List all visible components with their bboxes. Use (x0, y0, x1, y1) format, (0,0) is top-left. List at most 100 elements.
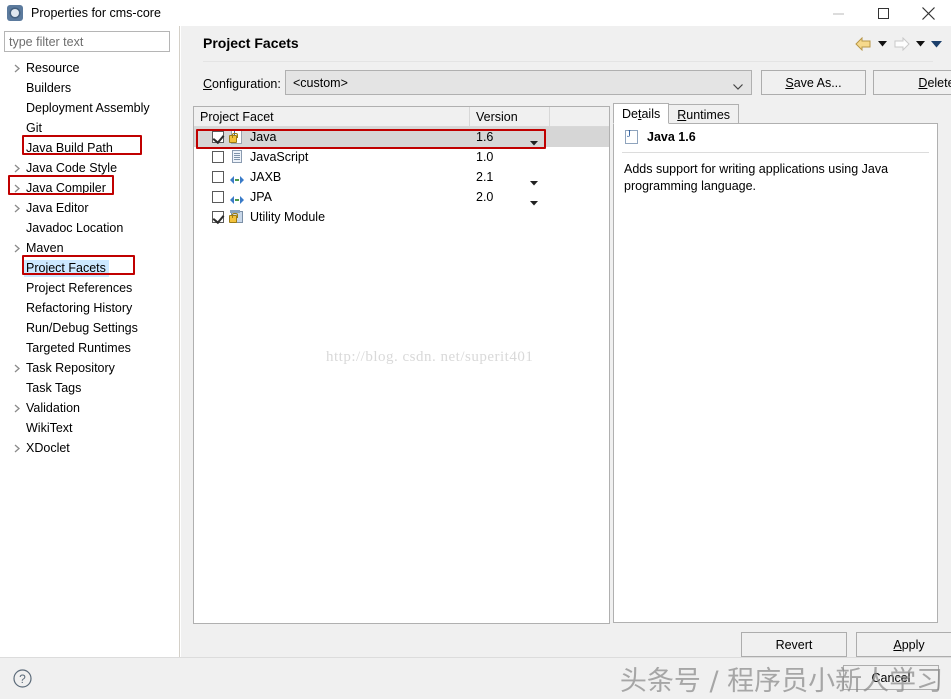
svg-text:?: ? (19, 672, 26, 686)
sidebar-item-label: Task Repository (26, 360, 115, 375)
revert-button[interactable]: Revert (741, 632, 847, 657)
java-icon: J (624, 129, 640, 145)
sidebar-item-wikitext[interactable]: WikiText (0, 418, 179, 438)
table-row[interactable]: JavaScript 1.0 (194, 147, 609, 167)
details-panel: De t ails Runtimes J Java 1.6 Adds support… (613, 102, 938, 624)
sidebar-item-task-tags[interactable]: Task Tags (0, 378, 179, 398)
settings-tree: Resource Builders Deployment Assembly Git Ja… (0, 58, 179, 458)
facet-name: JAXB (250, 170, 282, 184)
facet-name: Utility Module (250, 210, 326, 224)
sidebar-item-git[interactable]: Git (0, 118, 179, 138)
window-titlebar: Properties for cms-core (0, 0, 951, 26)
delete-button[interactable]: Delete (873, 70, 951, 95)
settings-tree-panel: Resource Builders Deployment Assembly Git Ja… (0, 26, 180, 657)
apply-button[interactable]: Apply (856, 632, 951, 657)
page-title: Project Facets (203, 35, 299, 51)
header-divider (203, 61, 933, 62)
sidebar-item-deployment-assembly[interactable]: Deployment Assembly (0, 98, 179, 118)
sidebar-item-task-repository[interactable]: Task Repository (0, 358, 179, 378)
filter-wrapper (0, 26, 179, 52)
table-row[interactable]: Utility Module (194, 207, 609, 227)
sidebar-item-label: Git (26, 120, 42, 135)
table-row[interactable]: JPA 2.0 (194, 187, 609, 207)
sidebar-item-java-editor[interactable]: Java Editor (0, 198, 179, 218)
sidebar-item-label: Run/Debug Settings (26, 320, 138, 335)
page-menu-chevron-down-icon[interactable] (929, 35, 943, 53)
tab-runtimes[interactable]: Runtimes (668, 104, 740, 124)
configuration-select[interactable]: <custom> (285, 70, 752, 95)
column-header-project-facet[interactable]: Project Facet (194, 107, 470, 127)
jpa-arrows-icon (229, 189, 245, 205)
sidebar-item-maven[interactable]: Maven (0, 238, 179, 258)
sidebar-item-resource[interactable]: Resource (0, 58, 179, 78)
facet-checkbox[interactable] (212, 151, 224, 163)
sidebar-item-label: WikiText (26, 420, 73, 435)
jaxb-arrows-icon (229, 169, 245, 185)
tab-details[interactable]: De t ails (613, 103, 670, 124)
forward-arrow-icon (891, 35, 911, 53)
search-input[interactable] (4, 31, 170, 52)
sidebar-item-project-references[interactable]: Project References (0, 278, 179, 298)
facet-checkbox[interactable] (212, 171, 224, 183)
facet-checkbox[interactable] (212, 211, 224, 223)
close-icon[interactable] (906, 0, 951, 26)
properties-dialog: Properties for cms-core Resource Builders… (0, 0, 951, 699)
sidebar-item-targeted-runtimes[interactable]: Targeted Runtimes (0, 338, 179, 358)
chevron-right-icon[interactable] (10, 244, 24, 253)
facet-version: 2.0 (476, 190, 494, 204)
sidebar-item-label: Validation (26, 400, 80, 415)
back-history-chevron-down-icon[interactable] (875, 35, 889, 53)
javascript-doc-icon (229, 149, 245, 165)
maximize-icon[interactable] (861, 0, 906, 26)
sidebar-item-builders[interactable]: Builders (0, 78, 179, 98)
details-facet-header: J Java 1.6 (614, 124, 937, 150)
window-title: Properties for cms-core (31, 6, 161, 20)
sidebar-item-label: Project References (26, 280, 133, 295)
table-row[interactable]: JAXB 2.1 (194, 167, 609, 187)
sidebar-item-label: Targeted Runtimes (26, 340, 131, 355)
minimize-icon[interactable] (816, 0, 861, 26)
sidebar-item-label: Java Build Path (26, 140, 113, 155)
watermark-bottom: 头条号 / 程序员小新人学习 (619, 665, 944, 697)
help-question-icon[interactable]: ? (13, 669, 32, 688)
module-locked-icon (229, 209, 245, 225)
sidebar-item-java-compiler[interactable]: Java Compiler (0, 178, 179, 198)
facet-version: 1.6 (476, 130, 494, 144)
facet-name: Java (250, 130, 277, 144)
sidebar-item-label: Java Editor (26, 200, 89, 215)
facet-checkbox[interactable] (212, 131, 224, 143)
sidebar-item-project-facets[interactable]: Project Facets (0, 258, 179, 278)
chevron-right-icon[interactable] (10, 404, 24, 413)
sidebar-item-xdoclet[interactable]: XDoclet (0, 438, 179, 458)
page-header: Project Facets (181, 26, 951, 62)
sidebar-item-refactoring-history[interactable]: Refactoring History (0, 298, 179, 318)
table-header-row: Project Facet Version (194, 107, 609, 127)
sidebar-item-label: Resource (26, 60, 80, 75)
sidebar-item-label: Task Tags (26, 380, 82, 395)
sidebar-item-label: Builders (26, 80, 72, 95)
sidebar-item-javadoc-location[interactable]: Javadoc Location (0, 218, 179, 238)
chevron-right-icon[interactable] (10, 64, 24, 73)
table-row[interactable]: J Java 1.6 (194, 127, 609, 147)
sidebar-item-java-build-path[interactable]: Java Build Path (0, 138, 179, 158)
sidebar-item-label: XDoclet (26, 440, 70, 455)
chevron-right-icon[interactable] (10, 444, 24, 453)
page-content: Project Facets Configuration: <custom> S… (181, 26, 951, 657)
chevron-right-icon[interactable] (10, 204, 24, 213)
save-as-button[interactable]: Save As... (761, 70, 866, 95)
facet-name: JavaScript (250, 150, 309, 164)
sidebar-item-run-debug-settings[interactable]: Run/Debug Settings (0, 318, 179, 338)
column-header-version[interactable]: Version (470, 107, 550, 127)
chevron-right-icon[interactable] (10, 184, 24, 193)
back-arrow-icon[interactable] (853, 35, 873, 53)
page-nav-toolbar (853, 35, 943, 53)
facet-name: JPA (250, 190, 272, 204)
table-body: J Java 1.6 JavaScript 1.0 JAXB 2.1 JPA 2.0 Utilit… (194, 127, 609, 227)
sidebar-item-label: Java Compiler (26, 180, 106, 195)
sidebar-item-validation[interactable]: Validation (0, 398, 179, 418)
facet-checkbox[interactable] (212, 191, 224, 203)
chevron-right-icon[interactable] (10, 164, 24, 173)
chevron-right-icon[interactable] (10, 364, 24, 373)
details-tabs: De t ails Runtimes (613, 102, 938, 124)
sidebar-item-java-code-style[interactable]: Java Code Style (0, 158, 179, 178)
